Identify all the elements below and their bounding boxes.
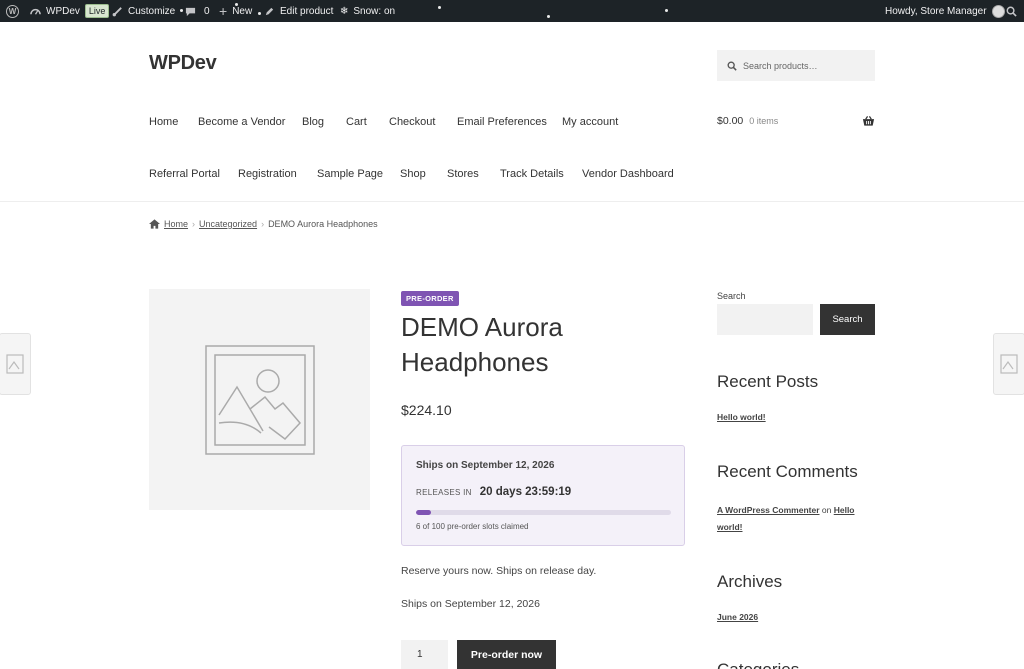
plus-icon: + [219,3,228,19]
nav-sample-page[interactable]: Sample Page [317,168,383,180]
product-price: $224.10 [401,402,452,418]
snowflake-particle [547,15,550,18]
previous-product-tab[interactable] [0,333,31,395]
avatar [991,4,1005,18]
search-icon [1006,6,1017,17]
product-search-input[interactable]: Search products… [717,50,875,81]
countdown-timer: 20 days 23:59:19 [479,486,572,498]
nav-registration[interactable]: Registration [238,168,297,180]
snowflake-particle [438,6,441,9]
snowflake-particle [180,9,183,12]
nav-track-details[interactable]: Track Details [500,168,564,180]
product-short-description: Reserve yours now. Ships on release day. [401,565,597,577]
pre-order-panel: Ships on September 12, 2026 RELEASES IN … [401,445,685,546]
releases-in-label: RELEASES IN [416,488,472,497]
breadcrumb: Home › Uncategorized › DEMO Aurora Headp… [149,219,378,229]
wordpress-logo-menu[interactable]: W [6,0,19,22]
nav-cart[interactable]: Cart [346,116,367,128]
nav-stores[interactable]: Stores [447,168,479,180]
breadcrumb-category[interactable]: Uncategorized [199,219,257,229]
next-product-tab[interactable] [993,333,1024,395]
snow-toggle[interactable]: ❄ Snow: on [340,0,395,22]
slots-claimed-text: 6 of 100 pre-order slots claimed [416,522,529,531]
nav-email-preferences[interactable]: Email Preferences [457,116,547,128]
pre-order-button[interactable]: Pre-order now [457,640,556,669]
breadcrumb-separator: › [261,219,265,229]
archive-month-link[interactable]: June 2026 [717,612,758,622]
sidebar-search-input[interactable] [717,304,813,335]
wordpress-logo-icon: W [6,4,19,18]
image-placeholder-icon [6,354,24,374]
new-label: New [232,5,253,17]
nav-referral-portal[interactable]: Referral Portal [149,168,220,180]
admin-bar-site[interactable]: WPDev Live [30,0,110,22]
pre-order-badge: PRE-ORDER [401,291,459,306]
comment-on-text: on [821,505,832,515]
cart-item-count: 0 items [749,116,779,126]
breadcrumb-separator: › [192,219,196,229]
breadcrumb-home[interactable]: Home [164,219,188,229]
dashboard-icon [30,8,41,15]
customize-label: Customize [128,5,176,17]
snowflake-particle [258,12,261,15]
header-divider [0,201,1024,202]
nav-become-a-vendor[interactable]: Become a Vendor [198,116,285,128]
recent-posts-heading: Recent Posts [717,372,819,391]
nav-checkout[interactable]: Checkout [389,116,435,128]
edit-product-label: Edit product [280,5,334,17]
sidebar-search-label: Search [717,291,746,301]
snowflake-particle [235,3,238,6]
snow-label: Snow: on [353,5,396,17]
site-title[interactable]: WPDev [149,52,217,75]
image-placeholder-icon [204,344,315,455]
admin-bar-site-name: WPDev [46,5,80,17]
product-image-placeholder[interactable] [149,289,370,510]
slots-progress-bar [416,510,671,515]
comment-icon [185,7,196,16]
search-placeholder: Search products… [743,60,818,71]
nav-home[interactable]: Home [149,116,178,128]
release-countdown: RELEASES IN 20 days 23:59:19 [416,486,571,498]
recent-post-link[interactable]: Hello world! [717,412,766,422]
snowflake-icon: ❄ [340,5,349,17]
product-title: DEMO Aurora Headphones [401,312,563,377]
nav-vendor-dashboard[interactable]: Vendor Dashboard [582,168,674,180]
basket-icon[interactable] [862,114,875,132]
comments-link[interactable]: 0 [185,0,210,22]
comments-count: 0 [204,5,210,17]
ships-on-heading: Ships on September 12, 2026 [416,460,555,471]
nav-blog[interactable]: Blog [302,116,324,128]
pencil-icon [265,7,274,15]
edit-product-link[interactable]: Edit product [264,0,333,22]
comment-author-link[interactable]: A WordPress Commenter [717,505,820,515]
nav-shop[interactable]: Shop [400,168,426,180]
account-menu[interactable]: Howdy, Store Manager [885,0,1005,22]
snowflake-particle [665,9,668,12]
recent-comments-heading: Recent Comments [717,462,858,481]
search-icon [727,61,737,71]
home-icon [149,219,160,229]
categories-heading: Categories [717,660,799,669]
quantity-input[interactable]: 1 [401,640,448,669]
breadcrumb-current: DEMO Aurora Headphones [268,219,378,229]
admin-search-button[interactable] [1006,0,1017,22]
image-placeholder-icon [1000,354,1018,374]
cart-total: $0.00 [717,115,744,127]
sidebar-search-button[interactable]: Search [820,304,875,335]
admin-bar: W WPDev Live Customize 0 + New Edit prod… [0,0,1024,22]
brush-icon [112,6,122,16]
nav-my-account[interactable]: My account [562,116,618,128]
slots-progress-fill [416,510,432,515]
header-cart[interactable]: $0.00 0 items [717,115,778,127]
archives-heading: Archives [717,572,783,591]
ships-on-note: Ships on September 12, 2026 [401,598,540,610]
customize-link[interactable]: Customize [112,0,175,22]
live-badge: Live [84,4,110,18]
recent-comment: A WordPress Commenter on Hello world! [717,502,877,536]
greeting: Howdy, Store Manager [885,5,987,17]
